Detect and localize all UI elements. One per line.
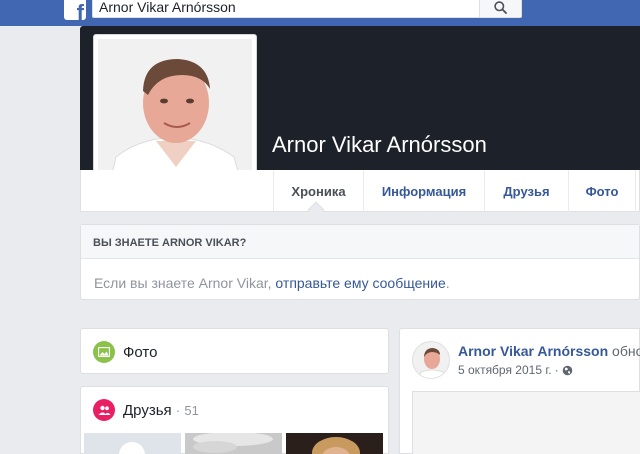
search-input[interactable] xyxy=(93,0,479,17)
friends-card-title: Друзья · 51 xyxy=(123,402,199,419)
post-author-line: Arnor Vikar Arnórsson обнов xyxy=(458,343,640,359)
do-you-know-suffix: . xyxy=(445,275,450,291)
separator-dot: · xyxy=(554,363,559,377)
tab-friends[interactable]: Друзья xyxy=(484,170,568,212)
top-navigation-bar: f xyxy=(0,0,640,26)
do-you-know-text: Если вы знаете Arnor Vikar, отправьте ем… xyxy=(81,259,639,291)
post-author-avatar[interactable] xyxy=(412,341,450,379)
search-button[interactable] xyxy=(479,0,521,17)
timeline-post: Arnor Vikar Arnórsson обнов 5 октября 20… xyxy=(399,328,640,454)
post-media[interactable] xyxy=(412,391,640,454)
globe-icon[interactable] xyxy=(562,365,573,376)
do-you-know-prefix: Если вы знаете Arnor Vikar, xyxy=(94,275,276,291)
tab-about[interactable]: Информация xyxy=(363,170,484,212)
friends-title-label: Друзья xyxy=(123,402,172,419)
friends-count: 51 xyxy=(184,403,199,418)
facebook-logo-icon[interactable]: f xyxy=(64,0,86,20)
do-you-know-box: ВЫ ЗНАЕТЕ ARNOR VIKAR? Если вы знаете Ar… xyxy=(80,224,640,300)
post-meta: 5 октября 2015 г. · xyxy=(458,363,573,377)
profile-tabs: Хроника Информация Друзья Фото xyxy=(80,170,640,212)
post-author-name[interactable]: Arnor Vikar Arnórsson xyxy=(458,343,608,359)
photo-icon xyxy=(93,341,115,363)
do-you-know-title: ВЫ ЗНАЕТЕ ARNOR VIKAR? xyxy=(81,225,639,259)
search-box xyxy=(92,0,522,18)
post-action-text: обнов xyxy=(612,343,640,359)
post-date[interactable]: 5 октября 2015 г. xyxy=(458,363,552,377)
friend-thumb-3[interactable] xyxy=(286,433,383,454)
friend-thumb-2[interactable] xyxy=(185,432,282,454)
search-icon xyxy=(494,0,507,14)
photos-card-title: Фото xyxy=(123,344,158,361)
friends-separator: · xyxy=(175,403,181,418)
send-message-link[interactable]: отправьте ему сообщение xyxy=(275,275,445,291)
tab-photos[interactable]: Фото xyxy=(568,170,636,212)
photos-card[interactable]: Фото xyxy=(80,328,389,374)
friends-icon xyxy=(93,399,115,421)
friend-thumb-1[interactable] xyxy=(84,433,181,454)
profile-name[interactable]: Arnor Vikar Arnórsson xyxy=(272,132,487,158)
